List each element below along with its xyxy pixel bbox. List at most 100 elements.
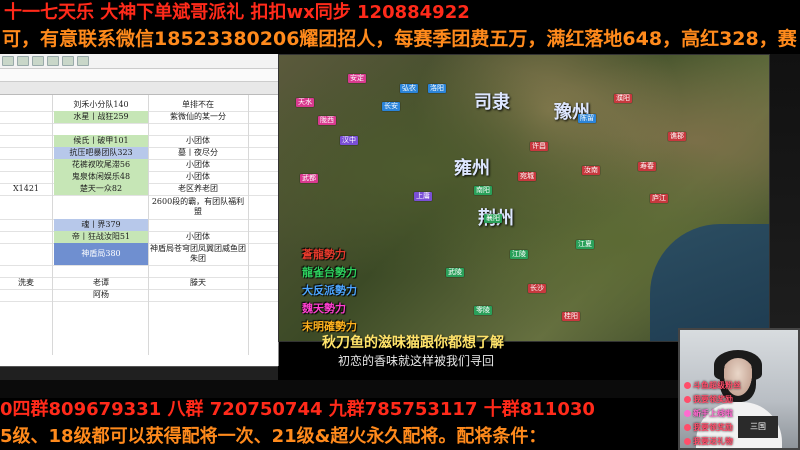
- sheet-cell[interactable]: X1421: [0, 183, 52, 195]
- city-tag[interactable]: 庐江: [650, 194, 668, 203]
- sheet-cell[interactable]: [0, 219, 52, 231]
- city-tag[interactable]: 陇西: [318, 116, 336, 125]
- spreadsheet-toolbar[interactable]: [0, 54, 278, 69]
- sheet-cell[interactable]: [150, 219, 246, 231]
- sheet-cell[interactable]: 花裤衩吹尾滞56: [54, 159, 148, 171]
- table-icon[interactable]: [62, 56, 74, 66]
- sheet-row[interactable]: 神盾局380 神盾局苍穹团凤翼团威鱼团朱团: [0, 243, 278, 266]
- lyric-line-1: 秋刀鱼的滋味猫跟你都想了解: [322, 335, 504, 351]
- chart-icon[interactable]: [77, 56, 89, 66]
- sheet-cell[interactable]: [0, 159, 52, 171]
- sheet-cell[interactable]: 墓丨夜尽分: [150, 147, 246, 159]
- sheet-cell[interactable]: 水星丨战狂259: [54, 111, 148, 123]
- sheet-cell[interactable]: 洗麦: [0, 277, 52, 289]
- sheet-cell[interactable]: 老谭: [54, 277, 148, 289]
- spreadsheet-window[interactable]: 刘禾小分队140 单排不在 水星丨战狂259 紫微仙的某一分 候氏丨破甲101 小团体 抗压…: [0, 54, 279, 366]
- status-strip: [0, 380, 678, 398]
- city-tag[interactable]: 许昌: [530, 142, 548, 151]
- city-tag[interactable]: 襄阳: [484, 214, 502, 223]
- three-kingdoms-map[interactable]: 司隶豫州雍州荆州 天水陇西汉中长安洛阳许昌南阳宛城襄阳江陵汝南寿春庐江陈留濮阳谯…: [278, 54, 770, 342]
- format-icon[interactable]: [47, 56, 59, 66]
- city-tag[interactable]: 陈留: [578, 114, 596, 123]
- sheet-cell[interactable]: [54, 195, 148, 219]
- sheet-cell[interactable]: 阿杨: [54, 289, 148, 301]
- sheet-cell[interactable]: 小团体: [150, 171, 246, 183]
- sheet-cell[interactable]: [0, 135, 52, 147]
- city-tag[interactable]: 寿春: [638, 162, 656, 171]
- sheet-cell[interactable]: [0, 171, 52, 183]
- side-panel: [770, 54, 800, 344]
- city-tag[interactable]: 武都: [300, 174, 318, 183]
- city-tag[interactable]: 洛阳: [428, 84, 446, 93]
- bottom-banner-line-1: 0四群809679331 八群 720750744 九群785753117 十群…: [0, 399, 595, 420]
- sheet-cell[interactable]: [150, 289, 246, 301]
- sheet-cell[interactable]: 鬼泉体闲娱乐48: [54, 171, 148, 183]
- undo-icon[interactable]: [17, 56, 29, 66]
- sheet-cell[interactable]: 小团体: [150, 159, 246, 171]
- sheet-cell[interactable]: [0, 123, 52, 135]
- grid-line: [248, 95, 249, 355]
- lyric-line-2: 初恋的香味就这样被我们寻回: [338, 354, 495, 368]
- city-tag[interactable]: 宛城: [518, 172, 536, 181]
- top-banner-line-1: 十一七天乐 大神下单斌哥派礼 扣扣wx同步 120884922: [4, 2, 470, 23]
- city-tag[interactable]: 长沙: [528, 284, 546, 293]
- city-tag[interactable]: 江陵: [510, 250, 528, 259]
- sheet-cell[interactable]: 神盾局苍穹团凤翼团威鱼团朱团: [150, 243, 246, 265]
- city-tag[interactable]: 江夏: [576, 240, 594, 249]
- city-tag[interactable]: 零陵: [474, 306, 492, 315]
- region-label: 司隶: [474, 92, 510, 113]
- formula-bar[interactable]: [0, 69, 278, 82]
- sheet-cell[interactable]: 帝丨狂战汝阳51: [54, 231, 148, 243]
- city-tag[interactable]: 汝南: [582, 166, 600, 175]
- sheet-cell[interactable]: [150, 265, 246, 277]
- sheet-cell[interactable]: [0, 195, 52, 219]
- sheet-cell[interactable]: [0, 147, 52, 159]
- top-banner-line-2: 可，有意联系微信18523380206耀团招人，每赛季团费五万，满红落地648，…: [2, 28, 797, 50]
- sheet-cell[interactable]: [0, 99, 52, 111]
- sheet-cell[interactable]: 魂丨界379: [54, 219, 148, 231]
- city-tag[interactable]: 上庸: [414, 192, 432, 201]
- region-label: 雍州: [454, 158, 490, 179]
- city-tag[interactable]: 弘农: [400, 84, 418, 93]
- city-tag[interactable]: 桂阳: [562, 312, 580, 321]
- legend-item: 魏天勢力: [302, 302, 346, 315]
- column-header: [0, 82, 278, 95]
- sheet-cell[interactable]: [0, 231, 52, 243]
- legend-item: 龍雀台勢力: [302, 266, 357, 279]
- city-tag[interactable]: 武陵: [446, 268, 464, 277]
- sheet-tabs-bar[interactable]: [0, 366, 278, 381]
- grid-line: [52, 95, 53, 355]
- sheet-cell[interactable]: 单排不在: [150, 99, 246, 111]
- sheet-cell[interactable]: 楚天一众82: [54, 183, 148, 195]
- sheet-cell[interactable]: [0, 289, 52, 301]
- city-tag[interactable]: 长安: [382, 102, 400, 111]
- sheet-cell[interactable]: 刘禾小分队140: [54, 99, 148, 111]
- city-tag[interactable]: 濮阳: [614, 94, 632, 103]
- lyrics-subtitles: 秋刀鱼的滋味猫跟你都想了解 初恋的香味就这样被我们寻回: [278, 330, 678, 370]
- sheet-cell[interactable]: [54, 265, 148, 277]
- bottom-banner-line-2: 5级、18级都可以获得配将一次、21级&超火永久配将。配将条件：: [0, 426, 547, 447]
- sheet-cell[interactable]: 滕天: [150, 277, 246, 289]
- sheet-cell[interactable]: [0, 265, 52, 277]
- city-tag[interactable]: 天水: [296, 98, 314, 107]
- sheet-cell[interactable]: 2600段的霸，有团队福利盟: [150, 195, 246, 219]
- city-tag[interactable]: 安定: [348, 74, 366, 83]
- sheet-cell[interactable]: 老区养老团: [150, 183, 246, 195]
- sheet-row[interactable]: 2600段的霸，有团队福利盟: [0, 195, 278, 220]
- sheet-cell[interactable]: [0, 111, 52, 123]
- sheet-cell[interactable]: 候氏丨破甲101: [54, 135, 148, 147]
- city-tag[interactable]: 南阳: [474, 186, 492, 195]
- sheet-cell[interactable]: 小团体: [150, 135, 246, 147]
- city-tag[interactable]: 谯郡: [668, 132, 686, 141]
- sheet-row[interactable]: 阿杨: [0, 289, 278, 302]
- sheet-cell[interactable]: 紫微仙的某一分: [150, 111, 246, 123]
- sheet-cell[interactable]: 小团体: [150, 231, 246, 243]
- redo-icon[interactable]: [32, 56, 44, 66]
- sheet-cell[interactable]: [0, 243, 52, 265]
- sheet-cell[interactable]: 抗压吧暴团队323: [54, 147, 148, 159]
- sheet-cell[interactable]: 神盾局380: [54, 243, 148, 265]
- sheet-cell[interactable]: [150, 123, 246, 135]
- city-tag[interactable]: 汉中: [340, 136, 358, 145]
- save-icon[interactable]: [2, 56, 14, 66]
- sheet-cell[interactable]: [54, 123, 148, 135]
